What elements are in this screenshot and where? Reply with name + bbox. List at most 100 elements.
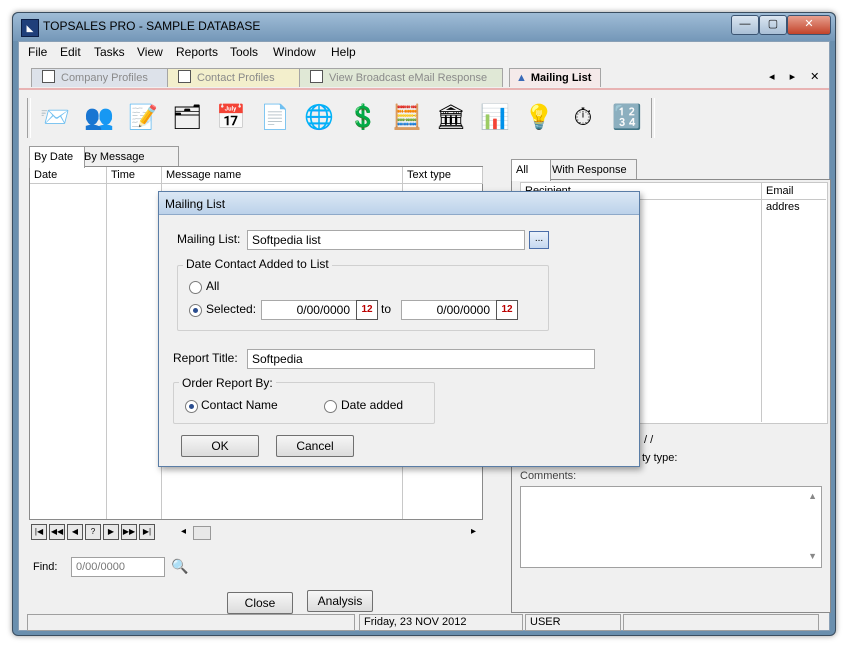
column-divider — [106, 184, 107, 519]
tab-label: Company Profiles — [61, 72, 148, 84]
envelope-stamp-icon[interactable]: 📨 — [39, 102, 71, 134]
column-divider — [761, 200, 762, 422]
prev-page-button[interactable]: ◀◀ — [49, 524, 65, 540]
horizontal-scrollbar[interactable]: ◂ ▸ — [181, 526, 481, 540]
report-title-label: Report Title: — [173, 351, 238, 365]
calculator-icon[interactable]: 🔢 — [611, 102, 643, 134]
order-group-title: Order Report By: — [179, 376, 276, 390]
dialog-title-bar[interactable]: Mailing List — [159, 192, 639, 215]
maximize-button[interactable]: ▢ — [759, 15, 787, 35]
topsales-icon: ◣ — [21, 19, 39, 37]
status-pane — [27, 614, 355, 631]
menu-view[interactable]: View — [137, 45, 163, 59]
contacts-people-icon[interactable]: 👥 — [83, 102, 115, 134]
radio-selected[interactable] — [189, 304, 202, 317]
scroll-down-icon[interactable]: ▼ — [808, 551, 817, 561]
folder-cards-icon[interactable]: 🗂 — [171, 102, 203, 134]
document-tabs: Company Profiles Contact Profiles View B… — [19, 66, 829, 90]
desk-lamp-icon[interactable]: 💡 — [523, 102, 555, 134]
scroll-right-icon[interactable]: ▸ — [471, 526, 476, 537]
column-header-text-type[interactable]: Text type — [403, 167, 483, 184]
prev-record-button[interactable]: ◀ — [67, 524, 83, 540]
menu-help[interactable]: Help — [331, 45, 356, 59]
tab-company-profiles[interactable]: Company Profiles — [31, 68, 173, 87]
radio-selected-label: Selected: — [206, 302, 257, 316]
column-header-date[interactable]: Date — [30, 167, 107, 184]
menu-tasks[interactable]: Tasks — [94, 45, 125, 59]
letter-edit-icon[interactable]: 📝 — [127, 102, 159, 134]
menu-tools[interactable]: Tools — [230, 45, 258, 59]
dollar-document-icon[interactable]: 💲 — [347, 102, 379, 134]
next-page-button[interactable]: ▶▶ — [121, 524, 137, 540]
menu-file[interactable]: File — [28, 45, 47, 59]
column-header-email[interactable]: Email addres — [762, 183, 826, 213]
grid-icon — [310, 70, 323, 83]
tab-mailing-list[interactable]: ▲ Mailing List — [509, 68, 601, 87]
document-search-icon[interactable]: 📄 — [259, 102, 291, 134]
window-title: TOPSALES PRO - SAMPLE DATABASE — [43, 19, 261, 33]
toolbar: 📨 👥 📝 🗂 📅 📄 🌐 💲 🧮 🏛 📊 💡 ⏱ 🔢 — [19, 92, 829, 144]
date-added-group — [177, 265, 549, 331]
activity-type-label: ty type: — [642, 452, 678, 464]
tab-navigation[interactable]: ◂ ▸ ✕ — [769, 70, 825, 83]
status-date: Friday, 23 NOV 2012 — [359, 614, 523, 631]
to-label: to — [381, 302, 392, 316]
radio-contact-name-label: Contact Name — [201, 398, 278, 412]
last-record-button[interactable]: ▶| — [139, 524, 155, 540]
scroll-thumb[interactable] — [193, 526, 211, 540]
scroll-up-icon[interactable]: ▲ — [808, 491, 817, 501]
next-record-button[interactable]: ▶ — [103, 524, 119, 540]
radio-all[interactable] — [189, 281, 202, 294]
team-chart-icon[interactable]: 📊 — [479, 102, 511, 134]
browse-button[interactable]: ... — [529, 231, 549, 249]
radio-date-added-label: Date added — [341, 398, 404, 412]
scroll-left-icon[interactable]: ◂ — [181, 526, 186, 537]
report-title-input[interactable]: Softpedia — [247, 349, 595, 369]
close-window-button[interactable]: ✕ — [787, 15, 831, 35]
title-bar[interactable]: ◣ TOPSALES PRO - SAMPLE DATABASE — ▢ ✕ — [13, 13, 835, 41]
tab-by-date[interactable]: By Date — [29, 146, 85, 168]
status-bar: Friday, 23 NOV 2012 USER — [19, 614, 829, 631]
toolbar-separator — [651, 98, 655, 138]
first-record-button[interactable]: |◀ — [31, 524, 47, 540]
tab-contact-profiles[interactable]: Contact Profiles — [167, 68, 307, 87]
minimize-button[interactable]: — — [731, 15, 759, 35]
column-header-time[interactable]: Time — [107, 167, 162, 184]
find-input[interactable]: 0/00/0000 — [71, 557, 165, 577]
date-to-input[interactable]: 0/00/0000 — [401, 300, 497, 320]
analysis-button[interactable]: Analysis — [307, 590, 373, 612]
menu-edit[interactable]: Edit — [60, 45, 81, 59]
column-header-message-name[interactable]: Message name — [162, 167, 403, 184]
calendar-from-icon[interactable]: 12 — [356, 300, 378, 320]
menu-reports[interactable]: Reports — [176, 45, 218, 59]
comments-textarea[interactable]: ▲ ▼ — [520, 486, 822, 568]
tab-all[interactable]: All — [511, 159, 551, 181]
search-icon[interactable]: 🔍 — [171, 558, 188, 575]
mailing-list-input[interactable]: Softpedia list — [247, 230, 525, 250]
grid-icon — [42, 70, 55, 83]
tab-label: Mailing List — [530, 72, 592, 84]
tab-label: View Broadcast eMail Response — [329, 72, 488, 84]
tab-by-message-name[interactable]: By Message Name — [79, 146, 179, 183]
ok-button[interactable]: OK — [181, 435, 259, 457]
status-pane — [623, 614, 819, 631]
menu-window[interactable]: Window — [273, 45, 316, 59]
stopwatch-icon[interactable]: ⏱ — [567, 102, 599, 134]
help-button[interactable]: ? — [85, 524, 101, 540]
radio-date-added[interactable] — [324, 400, 337, 413]
person-icon: ▲ — [516, 72, 527, 84]
date-field: / / — [644, 434, 654, 446]
cash-register-icon[interactable]: 🧮 — [391, 102, 423, 134]
tab-broadcast-email-response[interactable]: View Broadcast eMail Response — [299, 68, 503, 87]
radio-contact-name[interactable] — [185, 400, 198, 413]
bank-icon[interactable]: 🏛 — [435, 102, 467, 134]
close-button[interactable]: Close — [227, 592, 293, 614]
calendar-icon[interactable]: 📅 — [215, 102, 247, 134]
calendar-to-icon[interactable]: 12 — [496, 300, 518, 320]
date-from-input[interactable]: 0/00/0000 — [261, 300, 357, 320]
radio-all-label: All — [206, 279, 220, 293]
globe-computer-icon[interactable]: 🌐 — [303, 102, 335, 134]
cancel-button[interactable]: Cancel — [276, 435, 354, 457]
tab-with-response[interactable]: With Response — [547, 159, 637, 180]
date-group-title: Date Contact Added to List — [183, 257, 332, 271]
